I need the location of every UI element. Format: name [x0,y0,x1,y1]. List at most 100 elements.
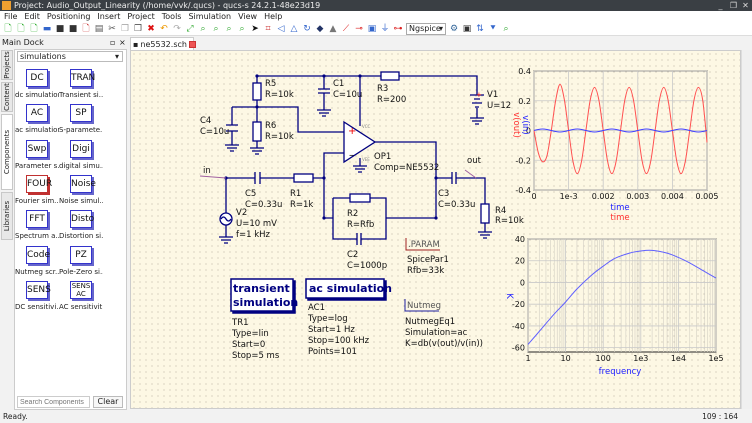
component-fft[interactable]: FFT Spectrum a... [15,210,59,240]
delete-icon[interactable]: ✖ [146,24,156,34]
component-pz[interactable]: PZ Pole-Zero si... [59,245,103,276]
marker-icon[interactable]: ⇅ [475,24,485,34]
menu-positioning[interactable]: Positioning [47,12,91,21]
tune-icon[interactable]: ⌕ [501,24,511,34]
undo-icon[interactable]: ↶ [159,24,169,34]
redo-icon[interactable]: ↷ [172,24,182,34]
zoom-in-icon[interactable]: ⌕ [198,24,208,34]
menu-simulation[interactable]: Simulation [188,12,231,21]
component-icon: FOUR [26,174,52,193]
search-components-input[interactable] [17,396,90,408]
category-select[interactable]: simulations ▾ [17,51,123,62]
minimize-button[interactable]: _ [716,1,725,10]
menu-view[interactable]: View [238,12,257,21]
component-four[interactable]: FOUR Fourier sim... [15,174,59,205]
component-label: dc simulation [15,91,59,99]
label-icon[interactable]: ⊸ [354,24,364,34]
component-icon: SENS AC [70,280,92,299]
dpl-icon[interactable]: ▣ [462,24,472,34]
zoom-out-icon[interactable]: ⌕ [211,24,221,34]
ac-sim-box[interactable] [305,278,385,299]
component-label: ac simulation [15,126,59,135]
wire-icon[interactable]: ⟋ [341,24,351,34]
component-noise[interactable]: Noise Noise simul... [59,174,103,205]
maximize-button[interactable]: ❐ [729,1,738,10]
component-sens[interactable]: SENS DC sensitivi... [15,280,59,311]
transient-sim-box[interactable] [230,278,294,312]
select-icon[interactable]: ➤ [250,24,260,34]
new-text-icon[interactable]: 🗋 [16,24,26,34]
component-icon: Disto [70,210,94,229]
menu-help[interactable]: Help [264,12,282,21]
simulate-icon[interactable]: ⚙ [449,24,459,34]
component-ac[interactable]: AC ac simulation [15,104,59,134]
schematic-canvas[interactable] [130,50,741,409]
chevron-down-icon: ▾ [438,23,443,33]
copy-icon[interactable]: ❐ [120,24,130,34]
move-up-icon[interactable]: ▲ [328,24,338,34]
tab-ne5532-sch[interactable]: ▪ ne5532.sch [130,37,196,50]
tab-close-icon[interactable] [188,40,196,48]
component-label: S-paramete... [59,126,103,135]
status-text: Ready. [3,412,28,421]
edit-icon[interactable]: ⌗ [263,24,273,34]
save-all-icon[interactable]: ■ [68,24,78,34]
tab-label: Content [3,83,11,111]
ground-icon[interactable]: ⏚ [380,24,390,34]
toolbar: 🗋 🗋 🗋 ▬ ■ ■ 🗋 ▤ ✂ ❐ ❐ ✖ ↶ ↷ ⤢ ⌕ ⌕ ⌕ ⌕ ➤ ⌗ ◁ △ ↻ ◆ ▲ ⟋ ⊸ ▣ ⏚ ⊶ Ngspice ▾ ⚙… [0,22,752,36]
port-node-icon[interactable]: ⊶ [393,24,403,34]
vertical-scrollbar[interactable] [741,50,752,409]
status-bar: Ready. 109 : 164 [0,410,752,423]
clear-button[interactable]: Clear [93,396,123,408]
dock-float-icon[interactable]: ▫ [110,36,115,49]
print-preview-icon[interactable]: 🗋 [81,24,91,34]
chevron-down-icon: ▾ [114,52,119,61]
window-title: Project: Audio_Output_Linearity (/home/v… [14,1,321,10]
tab-libraries[interactable]: Libraries [1,192,13,240]
menu-tools[interactable]: Tools [162,12,182,21]
schematic-file-icon: ▪ [133,39,139,49]
tab-components[interactable]: Components [1,114,13,190]
open-icon[interactable]: ▬ [42,24,52,34]
menu-insert[interactable]: Insert [97,12,120,21]
tab-label: Libraries [3,200,11,232]
component-label: AC sensitivit... [59,302,103,311]
menu-project[interactable]: Project [127,12,154,21]
port-icon[interactable]: ◆ [315,24,325,34]
component-dc[interactable]: DC dc simulation [15,69,59,99]
component-tran[interactable]: TRAN Transient si... [59,69,103,99]
close-button[interactable]: ✕ [741,1,750,10]
component-label: digital simu... [59,161,103,170]
tab-projects[interactable]: Projects [1,50,13,80]
menu-edit[interactable]: Edit [24,12,40,21]
component-digi[interactable]: Digi digital simu... [59,139,103,170]
rotate-icon[interactable]: ↻ [302,24,312,34]
component-swp[interactable]: Swp Parameter s... [15,139,59,170]
voltage-probe-icon[interactable]: ⯆ [488,24,498,34]
equation-icon[interactable]: ▣ [367,24,377,34]
component-disto[interactable]: Disto Distortion si... [59,210,103,240]
mirror-x-icon[interactable]: ◁ [276,24,286,34]
component-icon: SENS [26,280,51,299]
component-sens-ac[interactable]: SENS AC AC sensitivit... [59,280,103,311]
component-label: Nutmeg scr... [15,267,59,276]
component-sp[interactable]: SP S-paramete... [59,104,103,134]
zoom-sel-icon[interactable]: ⌕ [237,24,247,34]
dock-close-icon[interactable]: × [119,36,126,49]
save-icon[interactable]: ■ [55,24,65,34]
component-icon: Noise [70,174,96,193]
print-icon[interactable]: ▤ [94,24,104,34]
zoom-1-icon[interactable]: ⌕ [224,24,234,34]
zoom-fit-icon[interactable]: ⤢ [185,24,195,34]
menu-file[interactable]: File [4,12,17,21]
component-icon: Code [26,245,50,264]
component-code[interactable]: Code Nutmeg scr... [15,245,59,276]
cut-icon[interactable]: ✂ [107,24,117,34]
mirror-y-icon[interactable]: △ [289,24,299,34]
component-icon: AC [26,104,48,123]
paste-icon[interactable]: ❐ [133,24,143,34]
simulator-select[interactable]: Ngspice ▾ [406,22,446,35]
new-symbol-icon[interactable]: 🗋 [29,24,39,34]
new-icon[interactable]: 🗋 [3,24,13,34]
tab-content[interactable]: Content [1,82,13,112]
